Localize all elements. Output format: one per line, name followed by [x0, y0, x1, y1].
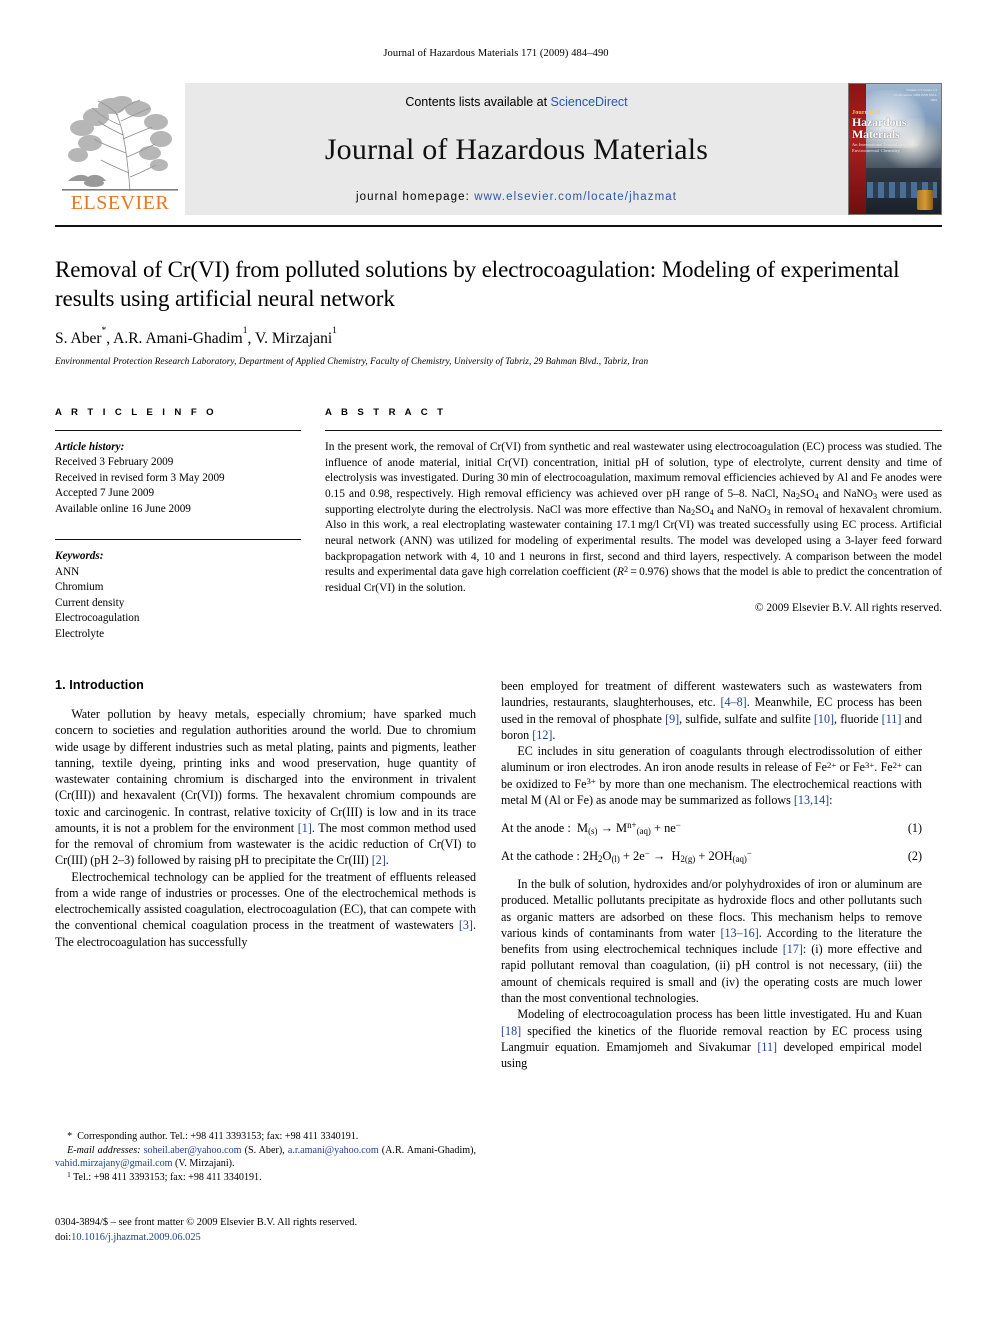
masthead-divider	[55, 225, 942, 227]
contents-prefix: Contents lists available at	[405, 95, 551, 109]
doi-link[interactable]: 10.1016/j.jhazmat.2009.06.025	[71, 1232, 201, 1243]
journal-title: Journal of Hazardous Materials	[324, 133, 709, 166]
footnote-email-addresses: E-mail addresses: soheil.aber@yahoo.com …	[55, 1144, 476, 1170]
abstract-heading: A B S T R A C T	[325, 407, 447, 419]
article-history-label: Article history:	[55, 441, 125, 454]
history-item: Received in revised form 3 May 2009	[55, 471, 225, 484]
body-column-left: 1. Introduction Water pollution by heavy…	[55, 678, 476, 1071]
body-paragraph: Electrochemical technology can be applie…	[55, 869, 476, 949]
elsevier-wordmark: ELSEVIER	[70, 192, 170, 214]
footnote-area: * Corresponding author. Tel.: +98 411 33…	[55, 1130, 476, 1185]
article-info-heading: A R T I C L E I N F O	[55, 407, 218, 419]
abstract-rule	[325, 430, 942, 432]
equation-1: At the anode : M(s) → Mn+(aq) + ne− (1)	[501, 820, 922, 837]
cover-subtitle2: Environmental Chemistry	[852, 148, 900, 154]
homepage-url-link[interactable]: www.elsevier.com/locate/jhazmat	[474, 191, 677, 203]
abstract-body: In the present work, the removal of Cr(V…	[325, 440, 942, 597]
body-paragraph: In the bulk of solution, hydroxides and/…	[501, 877, 923, 1005]
cover-title: Journal of Hazardous Materials An Intern…	[852, 110, 938, 154]
history-item: Accepted 7 June 2009	[55, 487, 155, 500]
equation-2-number: (2)	[907, 849, 922, 864]
section-title-introduction: 1. Introduction	[55, 678, 144, 693]
footer-doi-line: doi:10.1016/j.jhazmat.2009.06.025	[55, 1231, 515, 1246]
cover-drum	[917, 190, 933, 210]
masthead-center: Contents lists available at ScienceDirec…	[185, 83, 848, 215]
journal-masthead: ELSEVIER Contents lists available at Sci…	[55, 83, 942, 215]
abstract-column: A B S T R A C T In the present work, the…	[325, 407, 942, 642]
history-item: Received 3 February 2009	[55, 456, 174, 469]
keywords-block: Keywords: ANN Chromium Current density E…	[55, 549, 301, 642]
body-paragraph: Modeling of electrocoagulation process h…	[501, 1007, 922, 1071]
article-info-rule	[55, 430, 301, 432]
body-paragraph: EC includes in situ generation of coagul…	[501, 744, 923, 807]
elsevier-logo: ELSEVIER	[55, 83, 185, 215]
info-abstract-region: A R T I C L E I N F O Article history: R…	[55, 407, 942, 642]
cover-subtitle1: An International Journal devoted to	[852, 141, 918, 147]
body-paragraph: Water pollution by heavy metals, especia…	[55, 707, 476, 868]
body-columns: 1. Introduction Water pollution by heavy…	[55, 678, 942, 1071]
keyword-item: Electrocoagulation	[55, 612, 140, 625]
footnote-telephone: 1 Tel.: +98 411 3393153; fax: +98 411 33…	[67, 1171, 262, 1184]
paper-page: Journal of Hazardous Materials 171 (2009…	[0, 0, 992, 1323]
body-column-right: been employed for treatment of different…	[501, 678, 922, 1071]
keyword-item: ANN	[55, 565, 80, 578]
abstract-paragraph: In the present work, the removal of Cr(V…	[325, 441, 942, 595]
keywords-rule	[55, 539, 301, 541]
contents-list-line: Contents lists available at ScienceDirec…	[405, 95, 627, 109]
equation-1-number: (1)	[907, 821, 922, 836]
article-info-column: A R T I C L E I N F O Article history: R…	[55, 407, 325, 642]
page-footer: 0304-3894/$ – see front matter © 2009 El…	[55, 1216, 515, 1246]
keyword-item: Electrolyte	[55, 627, 105, 640]
journal-homepage-line: journal homepage: www.elsevier.com/locat…	[356, 191, 677, 203]
title-block: Removal of Cr(VI) from polluted solution…	[55, 255, 942, 367]
keyword-item: Chromium	[55, 581, 104, 594]
elsevier-tree-icon	[60, 95, 180, 193]
cover-volume-line2: 15 November 2009 ISSN 0304-3894	[893, 93, 937, 103]
cover-title-big2: Materials	[852, 127, 900, 142]
equation-spacer	[501, 864, 922, 876]
homepage-label: journal homepage:	[355, 191, 470, 203]
article-history: Article history: Received 3 February 200…	[55, 440, 301, 517]
keywords-label: Keywords:	[55, 550, 104, 563]
equation-2-body: At the cathode : 2H2O(l) + 2e− → H2(g) +…	[501, 848, 752, 865]
keyword-item: Current density	[55, 596, 125, 609]
equation-1-body: At the anode : M(s) → Mn+(aq) + ne−	[501, 820, 681, 837]
abstract-copyright: © 2009 Elsevier B.V. All rights reserved…	[754, 601, 942, 614]
doi-label: doi:	[55, 1231, 72, 1243]
cover-volume-text: Volume 171 Issues 1-3 15 November 2009 I…	[891, 88, 937, 103]
running-head: Journal of Hazardous Materials 171 (2009…	[383, 48, 609, 59]
journal-cover-thumbnail: Volume 171 Issues 1-3 15 November 2009 I…	[848, 83, 942, 215]
affiliation: Environmental Protection Research Labora…	[55, 357, 649, 368]
author-list: S. Aber*, A.R. Amani-Ghadim1, V. Mirzaja…	[55, 325, 337, 348]
history-item: Available online 16 June 2009	[55, 502, 191, 515]
body-paragraph: been employed for treatment of different…	[501, 679, 922, 742]
sciencedirect-link[interactable]: ScienceDirect	[551, 95, 628, 109]
footer-issn-line: 0304-3894/$ – see front matter © 2009 El…	[55, 1217, 358, 1228]
footnote-corresponding-author: * Corresponding author. Tel.: +98 411 33…	[67, 1131, 359, 1142]
page-title: Removal of Cr(VI) from polluted solution…	[55, 257, 900, 312]
equation-2: At the cathode : 2H2O(l) + 2e− → H2(g) +…	[501, 848, 922, 865]
